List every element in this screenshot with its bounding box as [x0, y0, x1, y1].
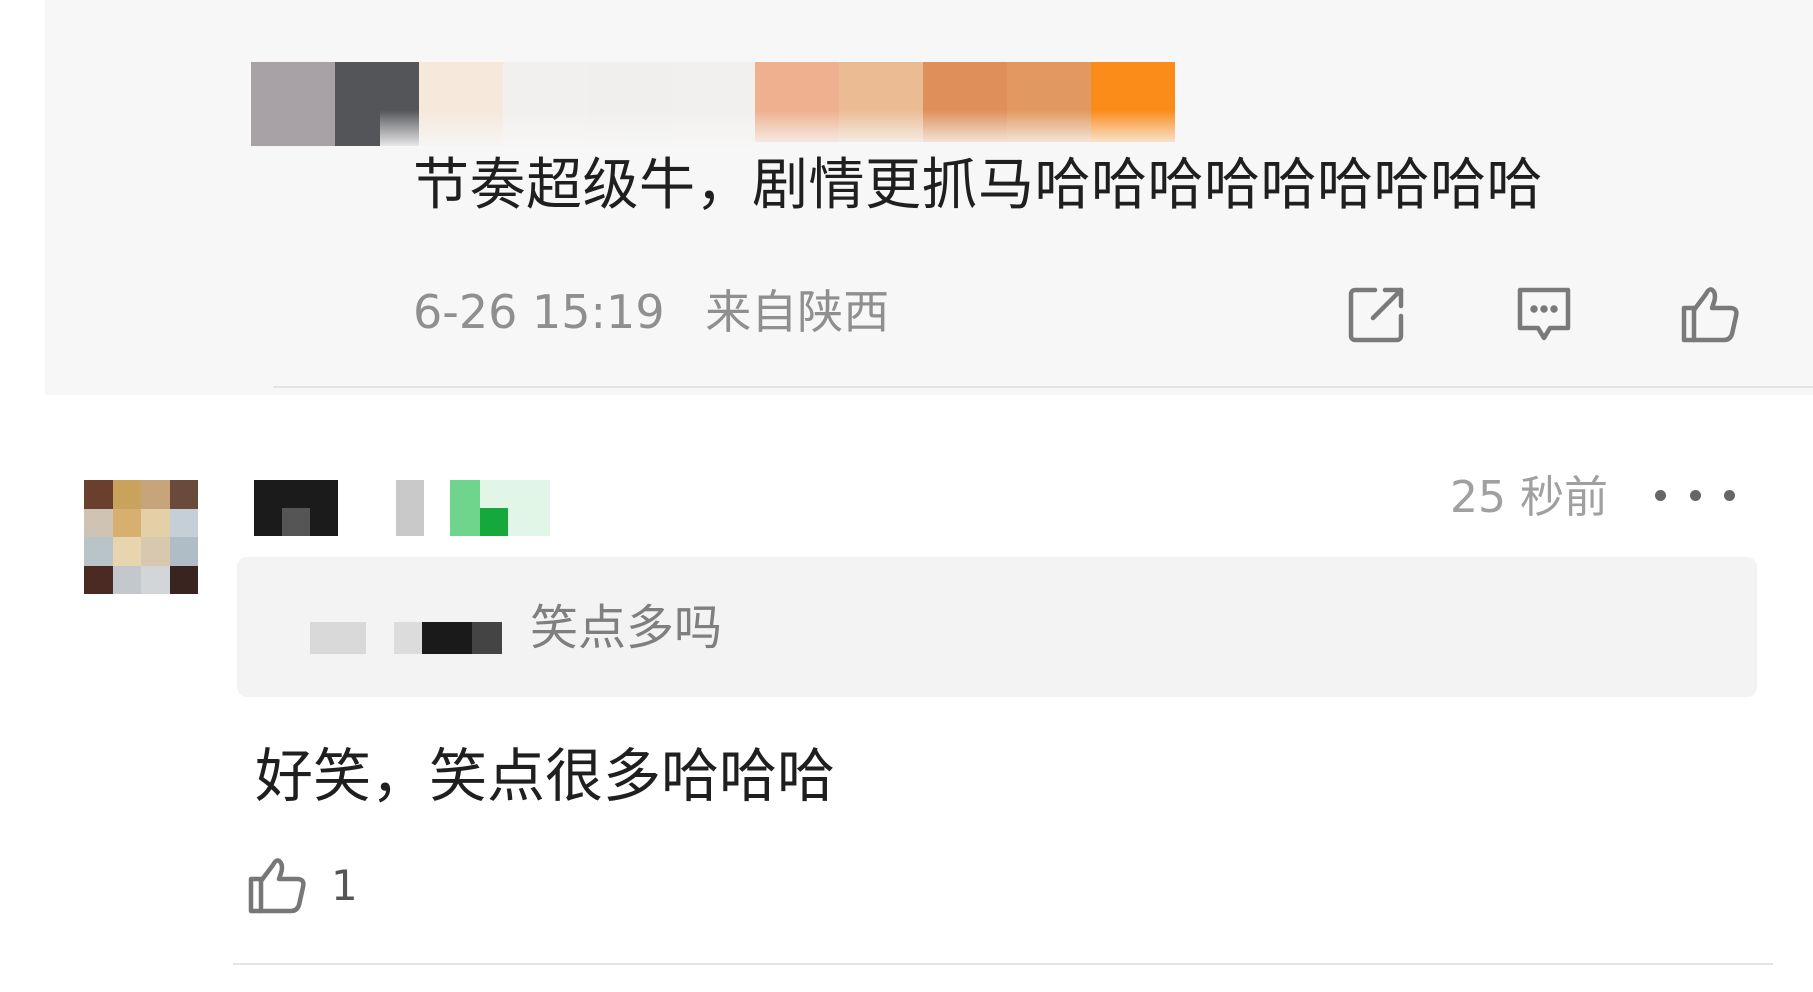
divider [273, 386, 1813, 388]
thumbs-up-icon [248, 858, 306, 914]
reply-like-button[interactable]: 1 [245, 850, 358, 920]
like-count: 1 [331, 860, 358, 910]
quoted-text: 笑点多吗 [530, 600, 723, 656]
share-icon [1348, 287, 1404, 343]
comment-button[interactable] [1510, 280, 1578, 348]
comment-meta: 6-26 15:19 来自陕西 [413, 282, 889, 342]
more-icon [1655, 489, 1666, 501]
divider [233, 963, 1773, 965]
mosaic-fade [380, 110, 1210, 150]
censored-quoted-author [310, 622, 502, 654]
thumbs-up-icon [1681, 287, 1739, 343]
comment-location: 来自陕西 [705, 285, 890, 339]
avatar[interactable] [84, 480, 198, 594]
comment-date: 6-26 15:19 [413, 285, 665, 339]
censored-badge-block [480, 508, 508, 536]
reply-timestamp: 25 秒前 [1450, 472, 1608, 523]
comment-text: 节奏超级牛，剧情更抓马哈哈哈哈哈哈哈哈哈 [413, 153, 1543, 218]
like-button[interactable] [1676, 280, 1744, 348]
share-button[interactable] [1343, 280, 1411, 348]
reply-text: 好笑，笑点很多哈哈哈 [255, 742, 836, 810]
censored-username-block [282, 508, 310, 536]
more-options-button[interactable] [1655, 470, 1735, 520]
comment-icon [1517, 287, 1571, 341]
